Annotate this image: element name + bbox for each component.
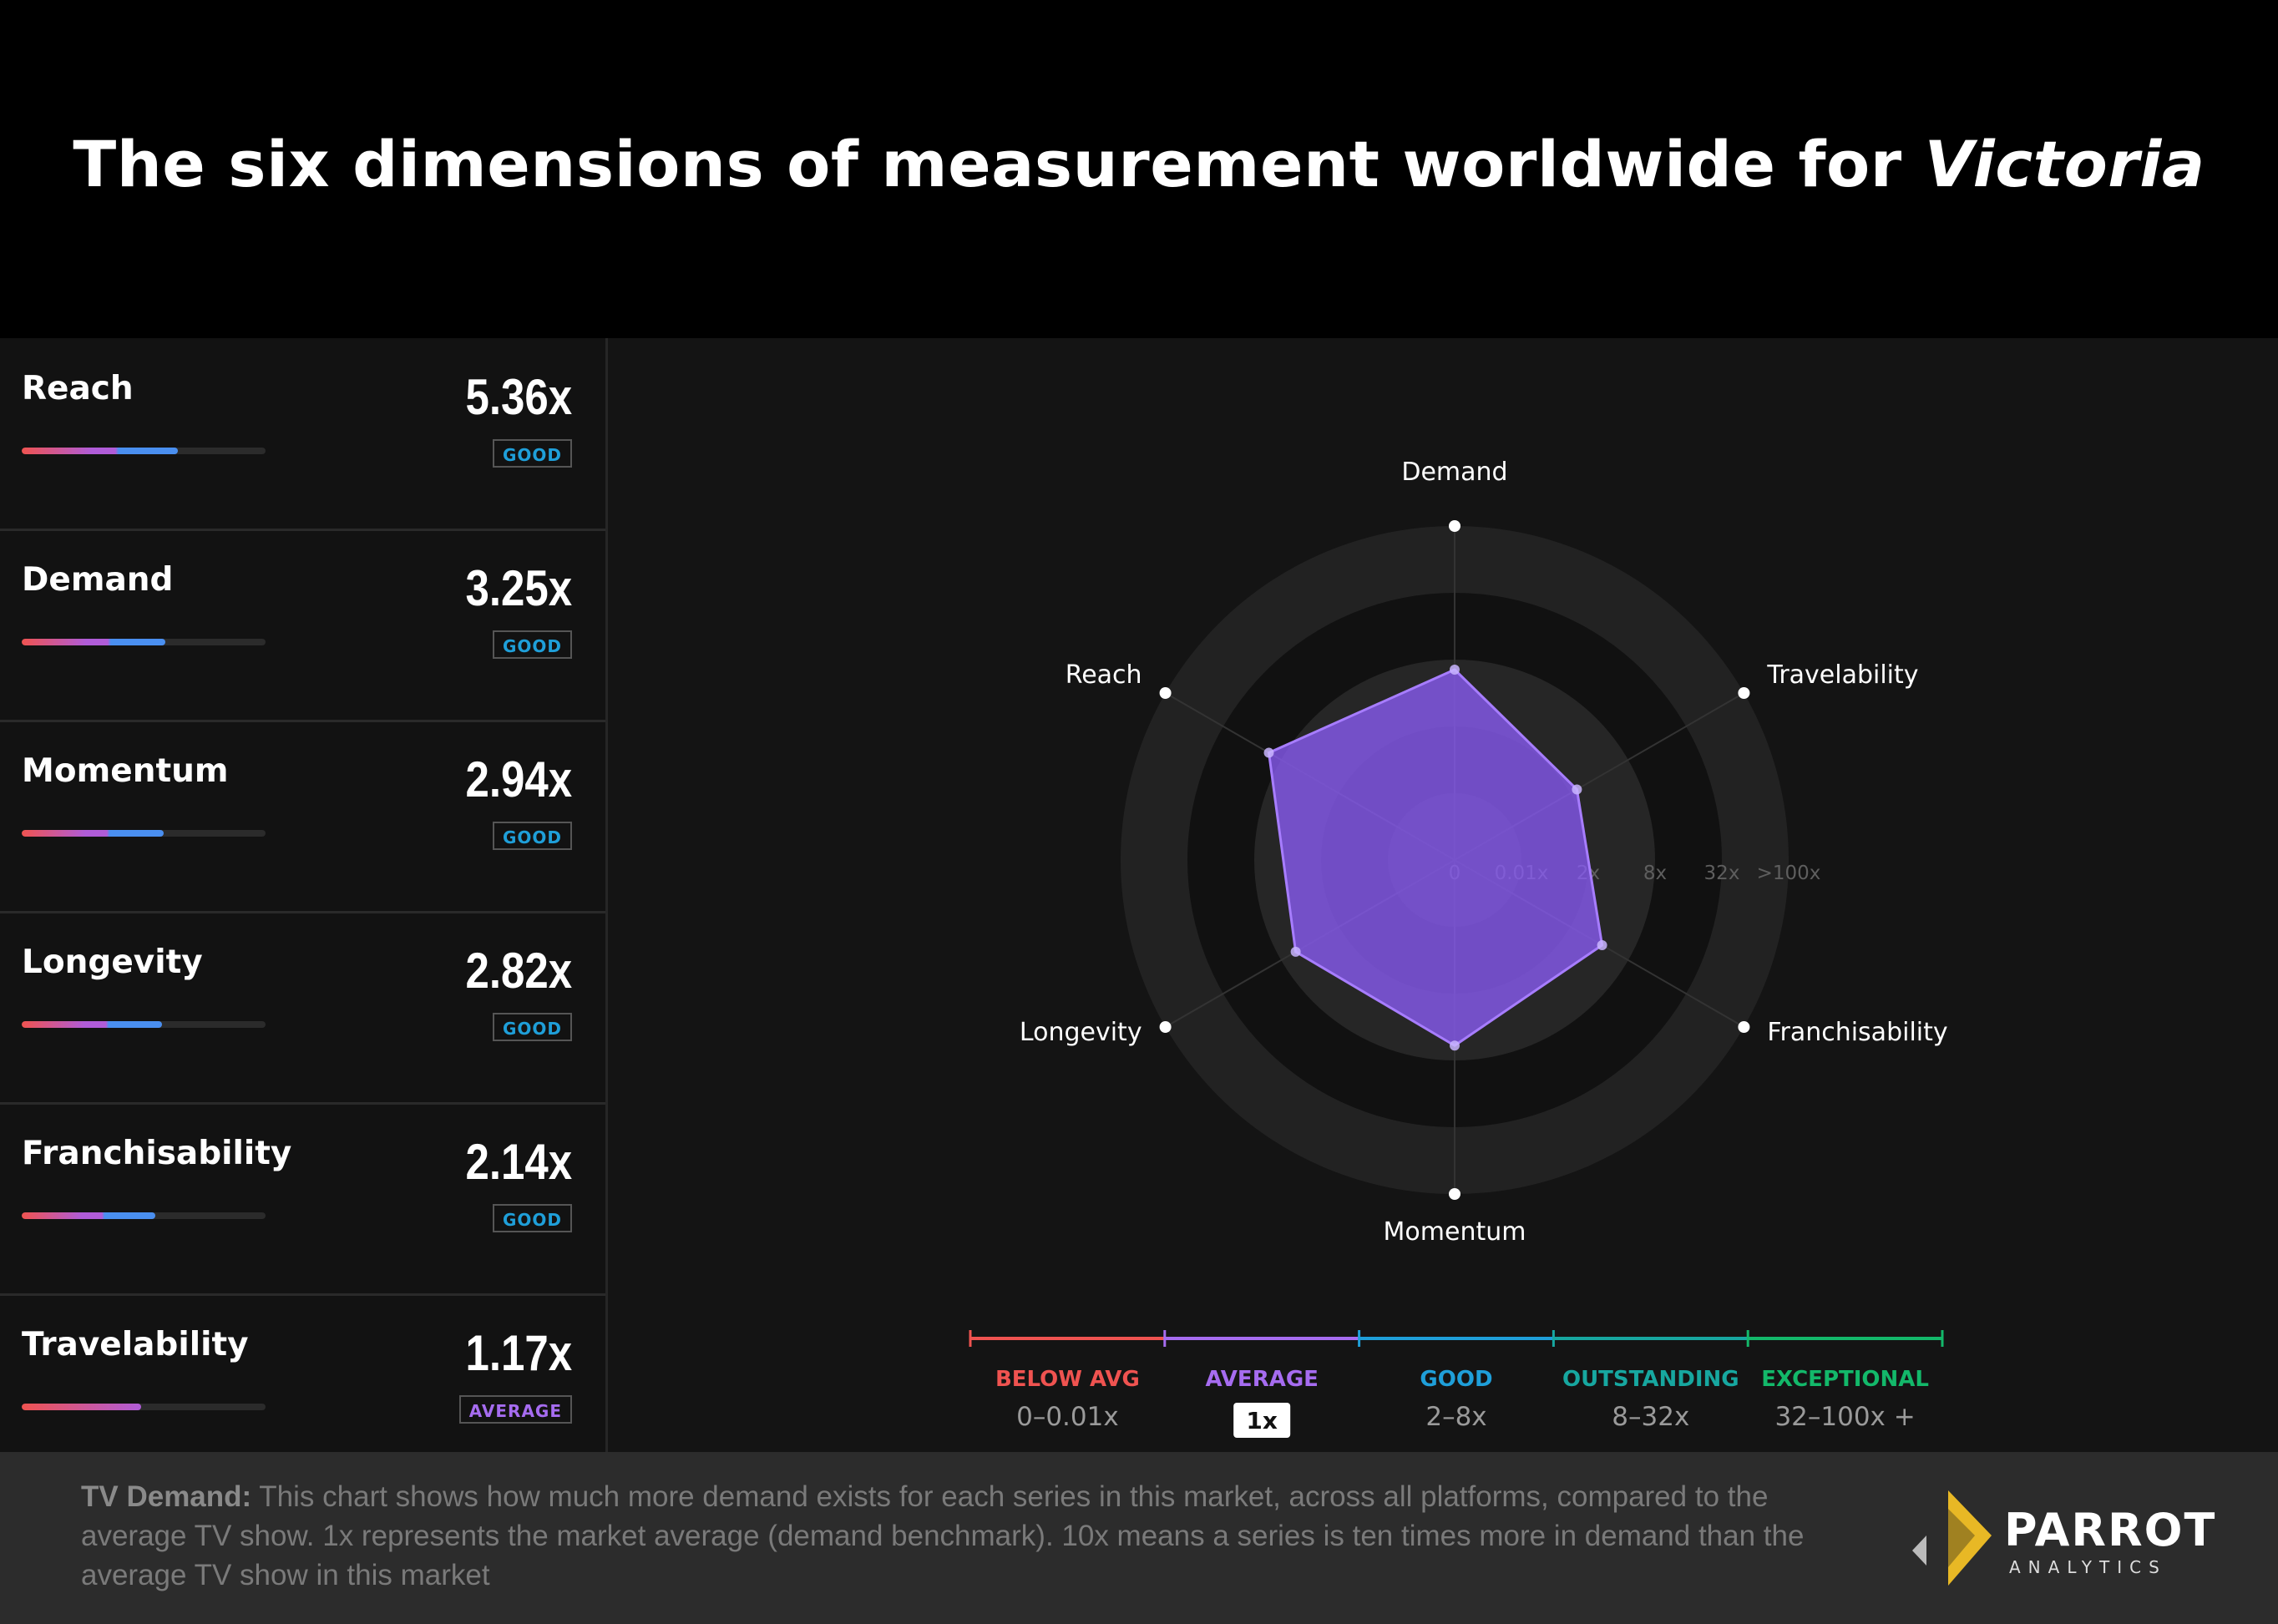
parrot-logo-icon bbox=[1912, 1490, 1992, 1586]
radar-axis-label: Reach bbox=[1066, 660, 1142, 690]
radar-axis-label: Travelability bbox=[1766, 660, 1918, 690]
radar-axis-point bbox=[1159, 1021, 1172, 1033]
legend-label: BELOW AVG bbox=[995, 1367, 1140, 1392]
radar-scale-label: 32x bbox=[1704, 863, 1740, 884]
radar-chart: Demand Travelability Franchisability Moment… bbox=[969, 458, 1948, 1438]
legend-label: GOOD bbox=[1420, 1367, 1492, 1392]
legend-range: 8–32x bbox=[1612, 1402, 1689, 1432]
radar-axis-label: Longevity bbox=[1020, 1018, 1142, 1047]
logo-arrow-shape bbox=[1912, 1535, 1926, 1566]
legend-range: 32–100x + bbox=[1774, 1402, 1915, 1432]
radar-scale-label: 8x bbox=[1643, 863, 1667, 884]
footnote: TV Demand: This chart shows how much mor… bbox=[81, 1477, 1860, 1595]
legend-label: AVERAGE bbox=[1205, 1367, 1318, 1392]
radar-data-point bbox=[1572, 784, 1582, 795]
radar-scale-label: >100x bbox=[1757, 863, 1821, 884]
legend-label: EXCEPTIONAL bbox=[1761, 1367, 1929, 1392]
radar-data-point bbox=[1290, 946, 1301, 957]
radar-axis-point bbox=[1449, 520, 1460, 532]
radar-data-point bbox=[1263, 747, 1274, 758]
legend-label: OUTSTANDING bbox=[1562, 1367, 1739, 1392]
radar-axis-label: Momentum bbox=[1384, 1217, 1526, 1247]
radar-axis-point bbox=[1449, 1188, 1460, 1200]
radar-data-point bbox=[1450, 664, 1460, 675]
radar-axis-label: Franchisability bbox=[1767, 1018, 1947, 1047]
logo-subtitle: ANALYTICS bbox=[2009, 1557, 2167, 1577]
radar-data-point bbox=[1597, 939, 1607, 950]
legend-range: 1x bbox=[1246, 1407, 1278, 1434]
footnote-text: This chart shows how much more demand ex… bbox=[81, 1480, 1805, 1591]
radar-axis-point bbox=[1159, 687, 1172, 699]
legend-range: 2–8x bbox=[1425, 1402, 1486, 1432]
radar-axis-label: Demand bbox=[1401, 458, 1507, 487]
logo-wordmark: PARROT bbox=[2004, 1504, 2217, 1556]
radar-axis-point bbox=[1738, 1021, 1750, 1033]
legend-range: 0–0.01x bbox=[1016, 1402, 1119, 1432]
radar-data-point bbox=[1450, 1040, 1460, 1051]
footnote-lead: TV Demand: bbox=[81, 1480, 252, 1513]
radar-axis-point bbox=[1738, 687, 1750, 699]
footer: TV Demand: This chart shows how much mor… bbox=[0, 1452, 2278, 1624]
